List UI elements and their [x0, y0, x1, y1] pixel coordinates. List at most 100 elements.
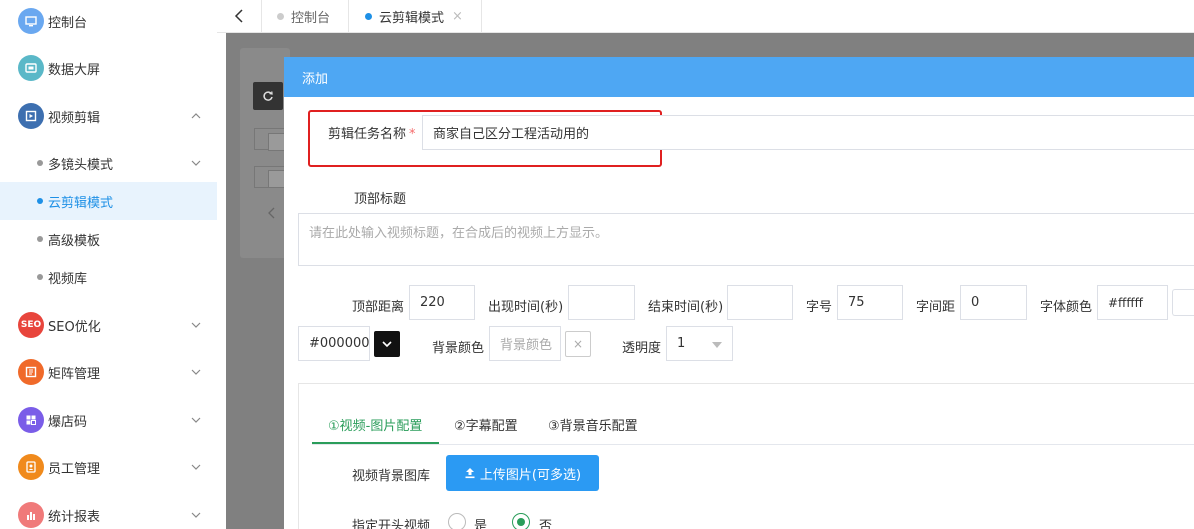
chevron-down-icon [191, 417, 201, 423]
radio-yes[interactable] [448, 513, 466, 529]
sidebar-item-label: 数据大屏 [48, 62, 101, 78]
video-edit-icon [18, 103, 44, 129]
sidebar-subitem-cloud-edit[interactable]: 云剪辑模式 [0, 182, 217, 220]
radio-no[interactable] [512, 513, 530, 529]
screen-icon [18, 55, 44, 81]
opacity-label: 透明度 [622, 341, 662, 356]
task-name-label-text: 剪辑任务名称 [328, 127, 407, 142]
chevron-down-icon [382, 341, 392, 348]
grid-icon [18, 407, 44, 433]
opening-video-label: 指定开头视频 [352, 519, 431, 529]
sidebar-item-label: 控制台 [48, 15, 88, 31]
sidebar-item-label: SEO优化 [48, 319, 101, 335]
chevron-down-icon [191, 512, 201, 518]
stroke-color-input[interactable]: #000000 [298, 326, 370, 361]
radio-no-label: 否 [539, 519, 553, 529]
font-size-label: 字号 [806, 300, 833, 315]
sidebar-subitem-video-library[interactable]: 视频库 [0, 258, 217, 296]
chevron-down-icon [191, 369, 201, 375]
tab-video-image-config[interactable]: ①视频-图片配置 [328, 415, 422, 434]
tab-subtitle-config[interactable]: ②字幕配置 [454, 415, 518, 434]
font-color-label: 字体颜色 [1040, 300, 1093, 315]
end-time-input[interactable] [727, 285, 793, 320]
divider [261, 0, 262, 33]
dot-icon [277, 13, 284, 20]
bg-color-input[interactable]: 背景颜色 [489, 326, 561, 361]
tab-console[interactable]: 控制台 [277, 0, 330, 33]
divider [348, 0, 349, 33]
font-color-input[interactable]: #ffffff [1097, 285, 1168, 320]
clear-color-button[interactable]: × [565, 331, 591, 357]
chevron-down-icon [191, 160, 201, 166]
opacity-select[interactable]: 1 [666, 326, 733, 361]
dialog-header: 添加 [284, 57, 1194, 97]
chevron-left-icon[interactable] [231, 7, 249, 25]
sidebar-subitem-advanced-template[interactable]: 高级模板 [0, 220, 217, 258]
sidebar-item-data-screen[interactable]: 数据大屏 [0, 49, 217, 87]
font-size-input[interactable]: 75 [837, 285, 903, 320]
background-panel [240, 48, 290, 258]
sidebar-item-video-edit[interactable]: 视频剪辑 [0, 97, 217, 135]
chevron-down-icon [191, 322, 201, 328]
chevron-left-icon [268, 207, 275, 219]
sidebar-item-label: 矩阵管理 [48, 366, 101, 382]
sidebar-subitem-label: 多镜头模式 [48, 157, 114, 173]
show-time-input[interactable] [568, 285, 635, 320]
dot-icon [365, 13, 372, 20]
bg-gallery-label: 视频背景图库 [352, 469, 431, 484]
divider [481, 0, 482, 33]
upload-button-label: 上传图片(可多选) [479, 467, 582, 483]
tabs-divider [312, 444, 1194, 445]
sidebar-item-console[interactable]: 控制台 [0, 2, 217, 40]
top-distance-input[interactable]: 220 [409, 285, 475, 320]
upload-images-button[interactable]: 上传图片(可多选) [446, 455, 599, 491]
close-icon: × [572, 337, 584, 351]
dot-icon [37, 274, 43, 280]
sidebar-item-seo[interactable]: SEO SEO优化 [0, 306, 217, 344]
sidebar: 控制台 数据大屏 视频剪辑 多镜头模式 云剪辑模式 高级模板 视频库 SEO S… [0, 0, 217, 529]
font-color-picker[interactable] [1172, 289, 1194, 316]
sidebar-item-matrix[interactable]: 矩阵管理 [0, 353, 217, 391]
caret-down-icon [712, 342, 722, 348]
sidebar-item-statistics[interactable]: 统计报表 [0, 496, 217, 529]
sidebar-item-shop-code[interactable]: 爆店码 [0, 401, 217, 439]
sidebar-item-label: 爆店码 [48, 414, 88, 430]
refresh-button [253, 82, 283, 110]
top-distance-label: 顶部距离 [352, 300, 405, 315]
task-name-label: 剪辑任务名称 * [328, 123, 416, 142]
bg-color-label: 背景颜色 [432, 341, 485, 356]
sidebar-subitem-label: 高级模板 [48, 233, 101, 249]
staff-icon [18, 454, 44, 480]
tab-bgm-config[interactable]: ③背景音乐配置 [548, 415, 638, 434]
close-icon[interactable]: × [452, 9, 463, 24]
refresh-icon [263, 91, 273, 101]
task-name-input[interactable]: 商家自己区分工程活动用的 [422, 115, 1194, 150]
matrix-icon [18, 359, 44, 385]
sidebar-item-staff[interactable]: 员工管理 [0, 448, 217, 486]
letter-spacing-input[interactable]: 0 [960, 285, 1027, 320]
sidebar-subitem-multi-lens[interactable]: 多镜头模式 [0, 144, 217, 182]
active-tab-indicator [312, 442, 439, 444]
radio-yes-label: 是 [474, 519, 488, 529]
sidebar-item-label: 统计报表 [48, 509, 101, 525]
seo-icon: SEO [18, 312, 44, 338]
tab-cloud-edit[interactable]: 云剪辑模式 × [365, 0, 463, 33]
sidebar-subitem-label: 视频库 [48, 271, 88, 287]
sidebar-subitem-label: 云剪辑模式 [48, 195, 114, 211]
add-dialog: 添加 剪辑任务名称 * 商家自己区分工程活动用的 顶部标题 请在此处输入视频标题，… [284, 57, 1194, 529]
dialog-title: 添加 [302, 72, 329, 87]
end-time-label: 结束时间(秒) [648, 300, 724, 315]
top-title-textarea[interactable]: 请在此处输入视频标题，在合成后的视频上方显示。 [298, 213, 1194, 266]
dot-icon [37, 236, 43, 242]
opacity-value: 1 [677, 336, 686, 351]
stroke-color-picker[interactable] [374, 331, 400, 357]
sidebar-item-label: 视频剪辑 [48, 110, 101, 126]
show-time-label: 出现时间(秒) [488, 300, 564, 315]
dot-icon [37, 198, 43, 204]
upload-icon [465, 468, 475, 479]
chart-icon [18, 502, 44, 528]
letter-spacing-label: 字间距 [916, 300, 956, 315]
chevron-up-icon [191, 113, 201, 119]
chevron-down-icon [191, 464, 201, 470]
monitor-icon [18, 8, 44, 34]
